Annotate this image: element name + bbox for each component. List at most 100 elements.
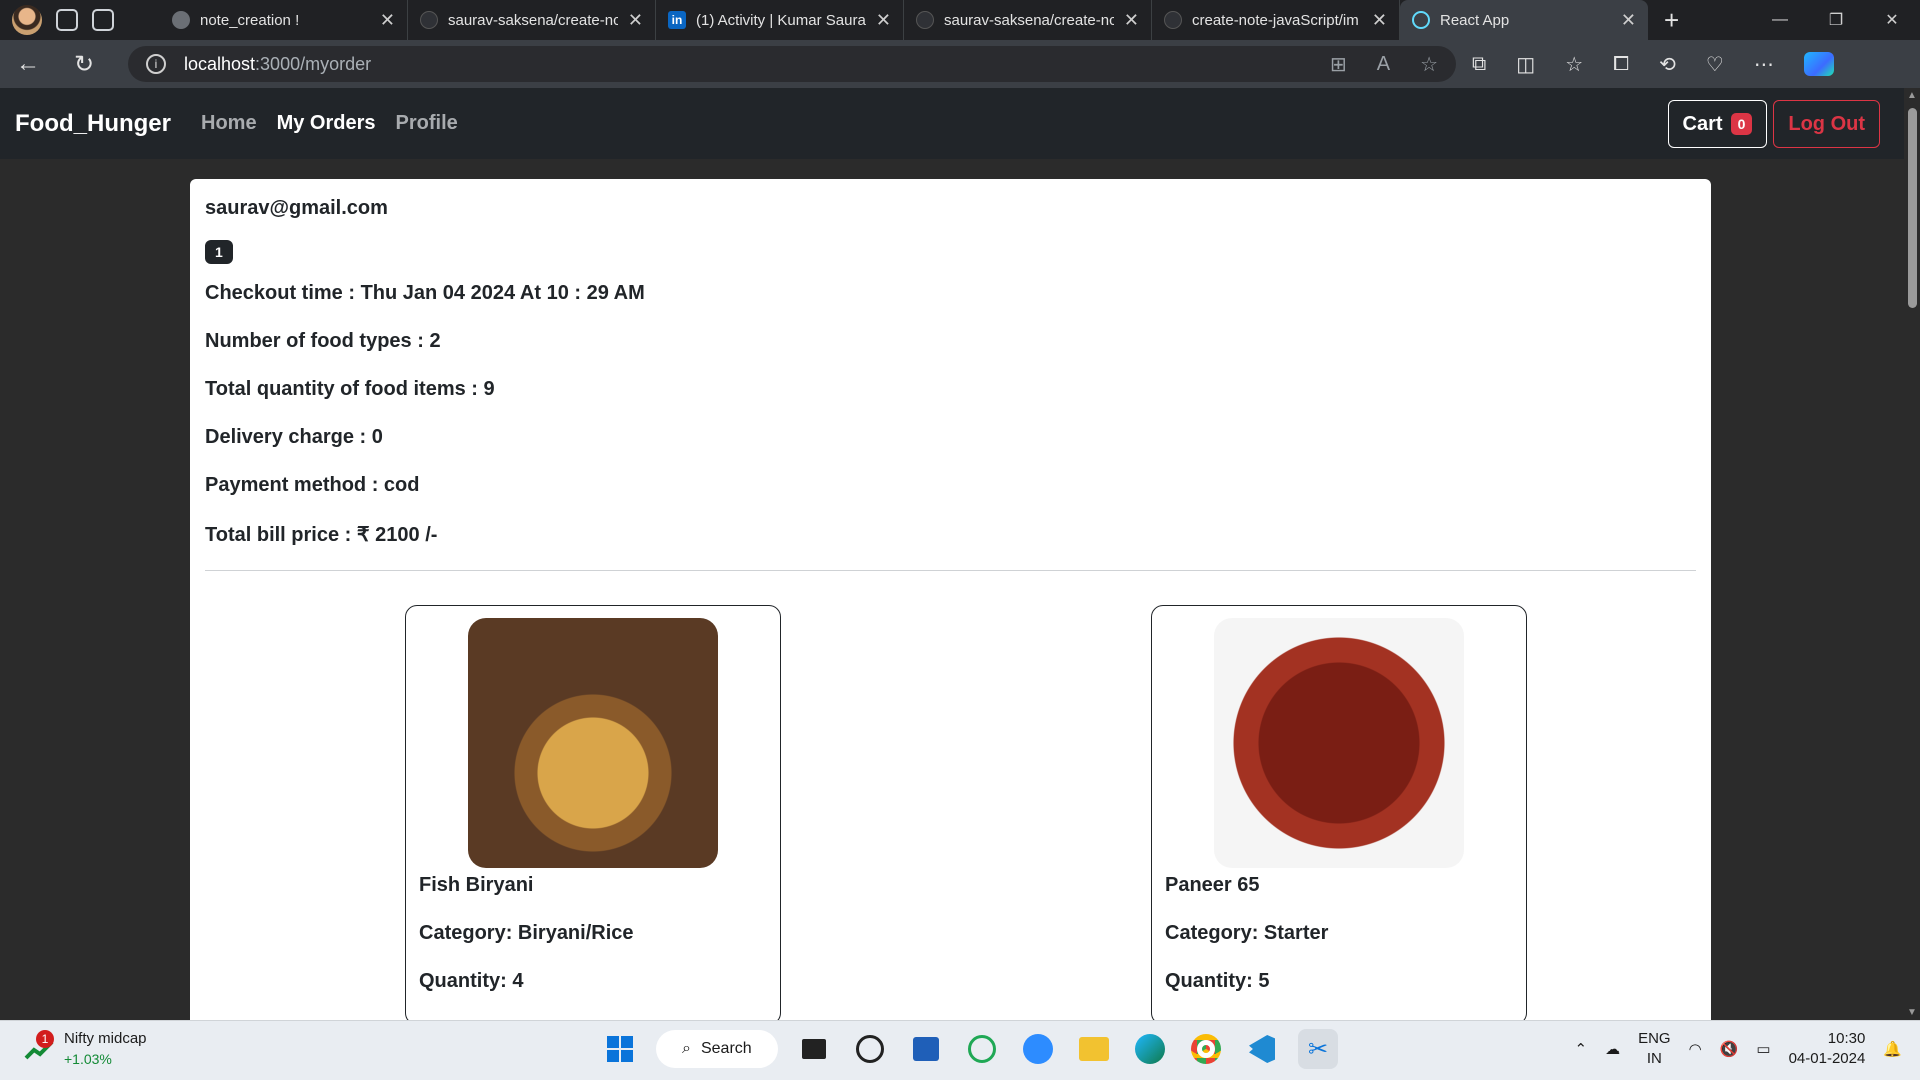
clock[interactable]: 10:30 04-01-2024 [1789, 1029, 1866, 1069]
vscode-icon[interactable] [1242, 1029, 1282, 1069]
system-tray: ⌃ ☁ ENG IN ◠ 🔇 ▭ 10:30 04-01-2024 🔔 [1575, 1029, 1902, 1069]
site-info-icon[interactable]: i [146, 54, 166, 74]
close-tab-icon[interactable]: ✕ [1621, 10, 1636, 31]
app-available-icon[interactable]: ⊞ [1330, 52, 1347, 77]
snipping-tool-icon[interactable]: ✂ [1298, 1029, 1338, 1069]
address-bar[interactable]: i localhost:3000/myorder ⊞ A ☆ [128, 46, 1456, 82]
page-scrollbar[interactable]: ▲ ▼ [1904, 88, 1920, 1020]
cart-button[interactable]: Cart 0 [1667, 100, 1768, 148]
tab-title: note_creation ! [200, 11, 300, 29]
browser-tools: ⧉ ◫ ☆ ⧠ ⟲ ♡ ⋯ [1472, 40, 1834, 88]
clock-date: 04-01-2024 [1788, 1050, 1866, 1067]
tab-title: (1) Activity | Kumar Saura [696, 11, 866, 29]
taskbar-search[interactable]: ⌕ Search [656, 1030, 778, 1068]
profile-avatar[interactable] [12, 5, 42, 35]
workspaces-icon[interactable] [56, 9, 78, 31]
close-tab-icon[interactable]: ✕ [876, 10, 891, 31]
extensions-icon[interactable]: ⧉ [1472, 53, 1486, 76]
food-quantity: Quantity: 4 [419, 970, 524, 992]
history-icon[interactable]: ⟲ [1659, 52, 1676, 77]
read-aloud-icon[interactable]: A [1377, 53, 1390, 76]
zoom-icon[interactable] [1018, 1029, 1058, 1069]
food-category: Category: Starter [1165, 922, 1329, 944]
close-tab-icon[interactable]: ✕ [380, 10, 395, 31]
browser-tab[interactable]: note_creation ! ✕ [160, 0, 408, 40]
nav-my-orders[interactable]: My Orders [277, 112, 376, 135]
food-image-biryani [468, 618, 718, 868]
task-view-icon[interactable] [794, 1029, 834, 1069]
url-host: localhost [184, 53, 256, 74]
github-icon [1164, 11, 1182, 29]
refresh-icon[interactable]: ↻ [56, 50, 112, 79]
volume-muted-icon[interactable]: 🔇 [1720, 1040, 1739, 1058]
url-path: :3000/myorder [255, 53, 372, 74]
browser-tab-strip: note_creation ! ✕ saurav-saksena/create-… [0, 0, 1920, 40]
minimize-icon[interactable]: — [1752, 0, 1808, 40]
collections-icon[interactable]: ⧠ [1613, 53, 1629, 76]
lang-bottom: IN [1646, 1050, 1662, 1067]
tabstrip-leading-controls [0, 5, 160, 35]
scroll-down-icon[interactable]: ▼ [1907, 1007, 1917, 1018]
payment-method: Payment method : cod [205, 474, 420, 496]
nav-profile[interactable]: Profile [396, 112, 458, 135]
battery-icon[interactable]: ▭ [1756, 1040, 1770, 1058]
food-category: Category: Biryani/Rice [419, 922, 634, 944]
logout-button[interactable]: Log Out [1773, 100, 1880, 148]
restore-icon[interactable]: ❐ [1808, 0, 1864, 40]
new-tab-icon[interactable]: + [1664, 5, 1679, 36]
browser-tab[interactable]: in (1) Activity | Kumar Saura ✕ [656, 0, 904, 40]
brand-logo[interactable]: Food_Hunger [15, 110, 171, 138]
app-navbar: Food_Hunger Home My Orders Profile Cart … [0, 88, 1904, 159]
browser-tab[interactable]: saurav-saksena/create-nc ✕ [904, 0, 1152, 40]
delivery-charge: Delivery charge : 0 [205, 426, 383, 448]
github-icon [420, 11, 438, 29]
total-bill: Total bill price : ₹ 2100 /- [205, 524, 438, 546]
order-card: saurav@gmail.com 1 Checkout time : Thu J… [190, 179, 1711, 1039]
close-tab-icon[interactable]: ✕ [628, 10, 643, 31]
tray-overflow-chevron-icon[interactable]: ⌃ [1575, 1040, 1588, 1058]
nav-home[interactable]: Home [201, 112, 257, 135]
tab-title: saurav-saksena/create-nc [448, 11, 618, 29]
food-types-count: Number of food types : 2 [205, 330, 441, 352]
widget-title: Nifty midcap [64, 1030, 147, 1047]
scroll-up-icon[interactable]: ▲ [1907, 90, 1917, 101]
windows-start-icon[interactable] [600, 1029, 640, 1069]
dell-icon[interactable] [850, 1029, 890, 1069]
onedrive-cloud-icon[interactable]: ☁ [1605, 1040, 1620, 1058]
react-icon [1412, 11, 1430, 29]
stocks-widget[interactable]: 1 Nifty midcap +1.03% [24, 1029, 147, 1069]
close-tab-icon[interactable]: ✕ [1124, 10, 1139, 31]
food-item-card: Fish Biryani Category: Biryani/Rice Quan… [405, 605, 781, 1025]
search-label: Search [700, 1040, 752, 1057]
performance-icon[interactable]: ♡ [1706, 52, 1724, 77]
browser-tab-active[interactable]: React App ✕ [1400, 0, 1648, 40]
navbar-actions: Cart 0 Log Out [1667, 100, 1880, 148]
favorite-star-icon[interactable]: ☆ [1420, 52, 1438, 77]
notification-bell-icon[interactable]: 🔔 [1883, 1040, 1902, 1058]
taskbar-apps: ⌕ Search ✂ [600, 1029, 1338, 1069]
food-name: Paneer 65 [1165, 874, 1260, 896]
whatsapp-icon[interactable] [962, 1029, 1002, 1069]
scrollbar-thumb[interactable] [1908, 108, 1917, 308]
tab-actions-icon[interactable] [92, 9, 114, 31]
clock-time: 10:30 [1827, 1030, 1866, 1047]
taskbar: 1 Nifty midcap +1.03% ⌕ Search ✂ ⌃ ☁ ENG… [0, 1020, 1920, 1080]
lang-top: ENG [1638, 1030, 1671, 1047]
favorites-icon[interactable]: ☆ [1565, 52, 1583, 77]
split-screen-icon[interactable]: ◫ [1516, 52, 1535, 77]
browser-tab[interactable]: create-note-javaScript/im ✕ [1152, 0, 1400, 40]
wifi-icon[interactable]: ◠ [1689, 1040, 1702, 1058]
edge-browser-icon[interactable] [1130, 1029, 1170, 1069]
close-window-icon[interactable]: ✕ [1864, 0, 1920, 40]
file-explorer-icon[interactable] [1074, 1029, 1114, 1069]
language-indicator[interactable]: ENG IN [1638, 1029, 1671, 1069]
microsoft-store-icon[interactable] [906, 1029, 946, 1069]
tab-favicon-icon [172, 11, 190, 29]
back-arrow-icon[interactable]: ← [0, 50, 56, 78]
copilot-icon[interactable] [1803, 52, 1834, 76]
checkout-time: Checkout time : Thu Jan 04 2024 At 10 : … [205, 282, 645, 304]
close-tab-icon[interactable]: ✕ [1372, 10, 1387, 31]
browser-tab[interactable]: saurav-saksena/create-nc ✕ [408, 0, 656, 40]
chrome-icon[interactable] [1186, 1029, 1226, 1069]
more-options-icon[interactable]: ⋯ [1754, 52, 1774, 77]
